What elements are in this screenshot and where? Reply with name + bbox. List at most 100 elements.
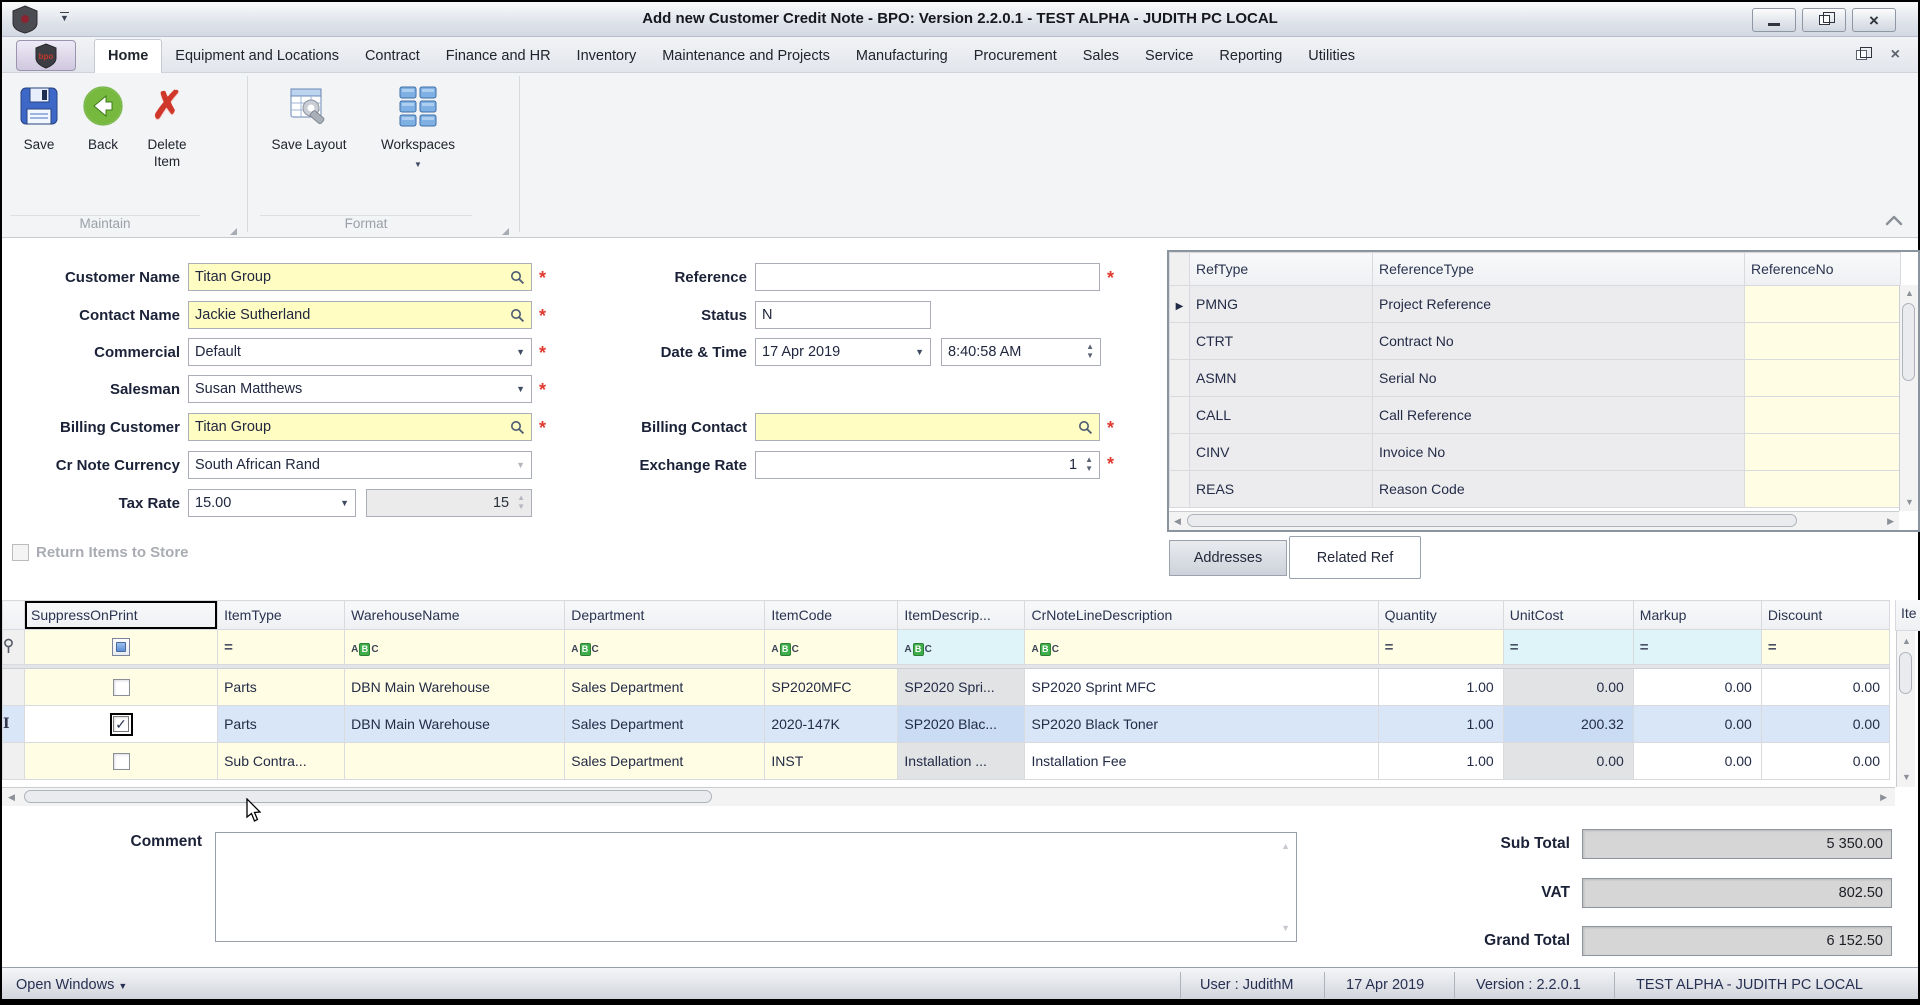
filter-warehousename[interactable]: ABC bbox=[344, 629, 566, 665]
referenceno-cell[interactable] bbox=[1744, 359, 1901, 397]
chevron-down-icon[interactable]: ▼ bbox=[915, 347, 924, 357]
filter-crnotelinedescription[interactable]: ABC bbox=[1024, 629, 1379, 665]
column-header-suppressonprint[interactable]: SuppressOnPrint bbox=[23, 600, 219, 630]
application-menu-button[interactable]: bpo bbox=[16, 40, 76, 71]
column-header-referenceno[interactable]: ReferenceNo bbox=[1744, 252, 1901, 286]
tab-related-ref[interactable]: Related Ref bbox=[1289, 536, 1421, 579]
column-header-reftype[interactable]: RefType bbox=[1189, 252, 1373, 286]
discount-cell[interactable]: 0.00 bbox=[1760, 705, 1891, 743]
itemcode-cell[interactable]: INST bbox=[764, 742, 899, 780]
tab-utilities[interactable]: Utilities bbox=[1295, 40, 1368, 73]
ref-row[interactable]: REAS Reason Code bbox=[1169, 470, 1901, 508]
discount-cell[interactable]: 0.00 bbox=[1760, 742, 1891, 780]
spinner-arrows-icon[interactable]: ▲ ▼ bbox=[1085, 456, 1093, 474]
ref-row[interactable]: ▶ PMNG Project Reference bbox=[1169, 285, 1901, 323]
column-header-referencetype[interactable]: ReferenceType bbox=[1372, 252, 1745, 286]
billing-contact-field[interactable] bbox=[755, 413, 1100, 441]
filter-department[interactable]: ABC bbox=[564, 629, 766, 665]
minimize-button[interactable] bbox=[1752, 8, 1796, 32]
filter-discount[interactable]: = bbox=[1760, 629, 1891, 665]
filter-quantity[interactable]: = bbox=[1377, 629, 1504, 665]
column-header-discount[interactable]: Discount bbox=[1760, 600, 1891, 630]
open-windows-menu[interactable]: Open Windows ▼ bbox=[16, 977, 127, 993]
referenceno-cell[interactable] bbox=[1744, 396, 1901, 434]
collapse-ribbon-icon[interactable] bbox=[1884, 213, 1904, 226]
referenceno-cell[interactable] bbox=[1744, 470, 1901, 508]
save-button[interactable]: Save bbox=[12, 83, 66, 153]
quantity-cell[interactable]: 1.00 bbox=[1377, 742, 1504, 780]
discount-cell[interactable]: 0.00 bbox=[1760, 668, 1891, 706]
scroll-down-icon[interactable]: ▼ bbox=[1902, 773, 1911, 782]
tab-contract[interactable]: Contract bbox=[352, 40, 433, 73]
items-horizontal-scrollbar[interactable]: ◀ ▶ bbox=[2, 787, 1895, 806]
checkbox-indeterminate-icon[interactable] bbox=[112, 638, 131, 656]
tab-maintenance-and-projects[interactable]: Maintenance and Projects bbox=[649, 40, 843, 73]
crnote-description-cell[interactable]: SP2020 Sprint MFC bbox=[1024, 668, 1379, 706]
reftype-cell[interactable]: CTRT bbox=[1189, 322, 1373, 360]
scroll-left-icon[interactable]: ◀ bbox=[1174, 517, 1181, 526]
column-header-markup[interactable]: Markup bbox=[1632, 600, 1762, 630]
horizontal-scrollbar[interactable]: ◀ ▶ bbox=[1169, 511, 1899, 530]
salesman-dropdown[interactable]: Susan Matthews ▼ bbox=[188, 375, 532, 403]
save-layout-button[interactable]: Save Layout bbox=[264, 83, 354, 153]
filter-itemtype[interactable]: = bbox=[217, 629, 346, 665]
department-cell[interactable]: Sales Department bbox=[564, 705, 766, 743]
close-button[interactable]: × bbox=[1852, 8, 1896, 32]
column-header-department[interactable]: Department bbox=[564, 600, 766, 630]
tab-service[interactable]: Service bbox=[1132, 40, 1206, 73]
scroll-down-icon[interactable]: ▼ bbox=[1905, 498, 1914, 507]
tab-procurement[interactable]: Procurement bbox=[961, 40, 1070, 73]
markup-cell[interactable]: 0.00 bbox=[1632, 742, 1762, 780]
tab-equipment-and-locations[interactable]: Equipment and Locations bbox=[162, 40, 352, 73]
warehouse-cell[interactable] bbox=[344, 742, 566, 780]
column-header-crnotelinedescription[interactable]: CrNoteLineDescription bbox=[1024, 600, 1379, 630]
referenceno-cell[interactable] bbox=[1744, 322, 1901, 360]
chevron-down-icon[interactable]: ▼ bbox=[516, 384, 525, 394]
items-vertical-scrollbar[interactable]: ▲ ▼ bbox=[1896, 631, 1915, 787]
chevron-down-icon[interactable]: ▼ bbox=[340, 498, 349, 508]
referencetype-cell[interactable]: Contract No bbox=[1372, 322, 1745, 360]
scroll-right-icon[interactable]: ▶ bbox=[1880, 793, 1887, 802]
back-button[interactable]: Back bbox=[76, 83, 130, 153]
crnote-description-cell[interactable]: SP2020 Black Toner bbox=[1024, 705, 1379, 743]
ref-row[interactable]: CALL Call Reference bbox=[1169, 396, 1901, 434]
markup-cell[interactable]: 0.00 bbox=[1632, 705, 1762, 743]
filter-suppressonprint[interactable] bbox=[23, 629, 219, 665]
ref-row[interactable]: CINV Invoice No bbox=[1169, 433, 1901, 471]
referencetype-cell[interactable]: Reason Code bbox=[1372, 470, 1745, 508]
referencetype-cell[interactable]: Serial No bbox=[1372, 359, 1745, 397]
column-header-unitcost[interactable]: UnitCost bbox=[1502, 600, 1634, 630]
date-field[interactable]: 17 Apr 2019 ▼ bbox=[755, 338, 931, 366]
warehouse-cell[interactable]: DBN Main Warehouse bbox=[344, 668, 566, 706]
status-field[interactable]: N bbox=[755, 301, 931, 329]
filter-itemdescription[interactable]: ABC bbox=[897, 629, 1026, 665]
itemcode-cell[interactable]: SP2020MFC bbox=[764, 668, 899, 706]
department-cell[interactable]: Sales Department bbox=[564, 742, 766, 780]
tab-home[interactable]: Home bbox=[94, 39, 163, 73]
scroll-up-icon[interactable]: ▲ bbox=[1902, 637, 1911, 646]
tab-reporting[interactable]: Reporting bbox=[1206, 40, 1295, 73]
tab-sales[interactable]: Sales bbox=[1070, 40, 1132, 73]
column-header-clipped[interactable]: Ite bbox=[1895, 600, 1920, 631]
column-header-itemtype[interactable]: ItemType bbox=[217, 600, 346, 630]
quantity-cell[interactable]: 1.00 bbox=[1377, 705, 1504, 743]
item-row[interactable]: ✓ Sub Contra... Sales Department INST In… bbox=[2, 742, 1891, 780]
search-icon[interactable] bbox=[1078, 420, 1093, 435]
referencetype-cell[interactable]: Invoice No bbox=[1372, 433, 1745, 471]
scrollbar-thumb[interactable] bbox=[24, 790, 712, 803]
scroll-left-icon[interactable]: ◀ bbox=[8, 793, 15, 802]
referenceno-cell[interactable] bbox=[1744, 285, 1901, 323]
itemtype-cell[interactable]: Sub Contra... bbox=[217, 742, 346, 780]
scroll-right-icon[interactable]: ▶ bbox=[1887, 517, 1894, 526]
item-row-selected[interactable]: I ✓ Parts DBN Main Warehouse Sales Depar… bbox=[2, 705, 1891, 743]
reftype-cell[interactable]: CINV bbox=[1189, 433, 1373, 471]
itemtype-cell[interactable]: Parts bbox=[217, 705, 346, 743]
vertical-scrollbar[interactable]: ▲ ▼ bbox=[1899, 285, 1918, 511]
tab-addresses[interactable]: Addresses bbox=[1169, 540, 1287, 576]
reftype-cell[interactable]: PMNG bbox=[1189, 285, 1373, 323]
crnote-description-cell[interactable]: Installation Fee bbox=[1024, 742, 1379, 780]
reference-field[interactable] bbox=[755, 263, 1100, 291]
referenceno-cell[interactable] bbox=[1744, 433, 1901, 471]
reftype-cell[interactable]: CALL bbox=[1189, 396, 1373, 434]
restore-button[interactable] bbox=[1802, 8, 1846, 32]
